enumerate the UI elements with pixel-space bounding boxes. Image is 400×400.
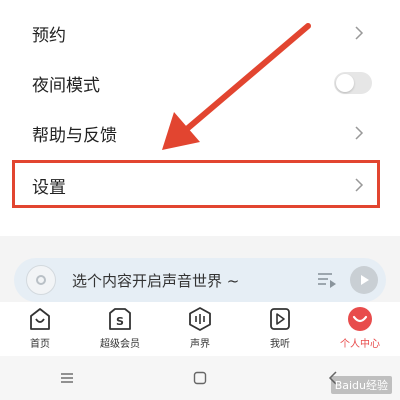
disc-icon xyxy=(26,265,56,295)
tab-home[interactable]: 首页 xyxy=(0,302,80,356)
menu-icon[interactable] xyxy=(52,363,82,393)
profile-icon xyxy=(347,306,373,332)
tab-sound-world[interactable]: 声界 xyxy=(160,302,240,356)
player-bar[interactable]: 选个内容开启声音世界 ~ xyxy=(14,258,386,302)
playlist-icon[interactable] xyxy=(316,270,338,290)
home-square-icon[interactable] xyxy=(185,363,215,393)
bottom-tab-bar: 首页 S 超级会员 声界 我听 个人中心 xyxy=(0,302,400,356)
play-button[interactable] xyxy=(350,266,378,294)
watermark: Baidu经验 xyxy=(330,376,392,394)
tab-label: 我听 xyxy=(270,339,290,350)
player-prompt: 选个内容开启声音世界 ~ xyxy=(72,271,240,290)
tab-label: 首页 xyxy=(30,339,50,350)
tab-label: 声界 xyxy=(190,339,210,350)
tab-label: 个人中心 xyxy=(340,339,380,350)
tab-label: 超级会员 xyxy=(100,339,140,350)
vip-icon: S xyxy=(107,306,133,332)
tab-profile[interactable]: 个人中心 xyxy=(320,302,400,356)
tab-super-vip[interactable]: S 超级会员 xyxy=(80,302,160,356)
my-listen-icon xyxy=(267,306,293,332)
home-icon xyxy=(27,306,53,332)
tab-my-listen[interactable]: 我听 xyxy=(240,302,320,356)
sound-world-icon xyxy=(187,306,213,332)
svg-text:S: S xyxy=(116,315,124,328)
pointer-arrow-icon xyxy=(162,23,311,150)
